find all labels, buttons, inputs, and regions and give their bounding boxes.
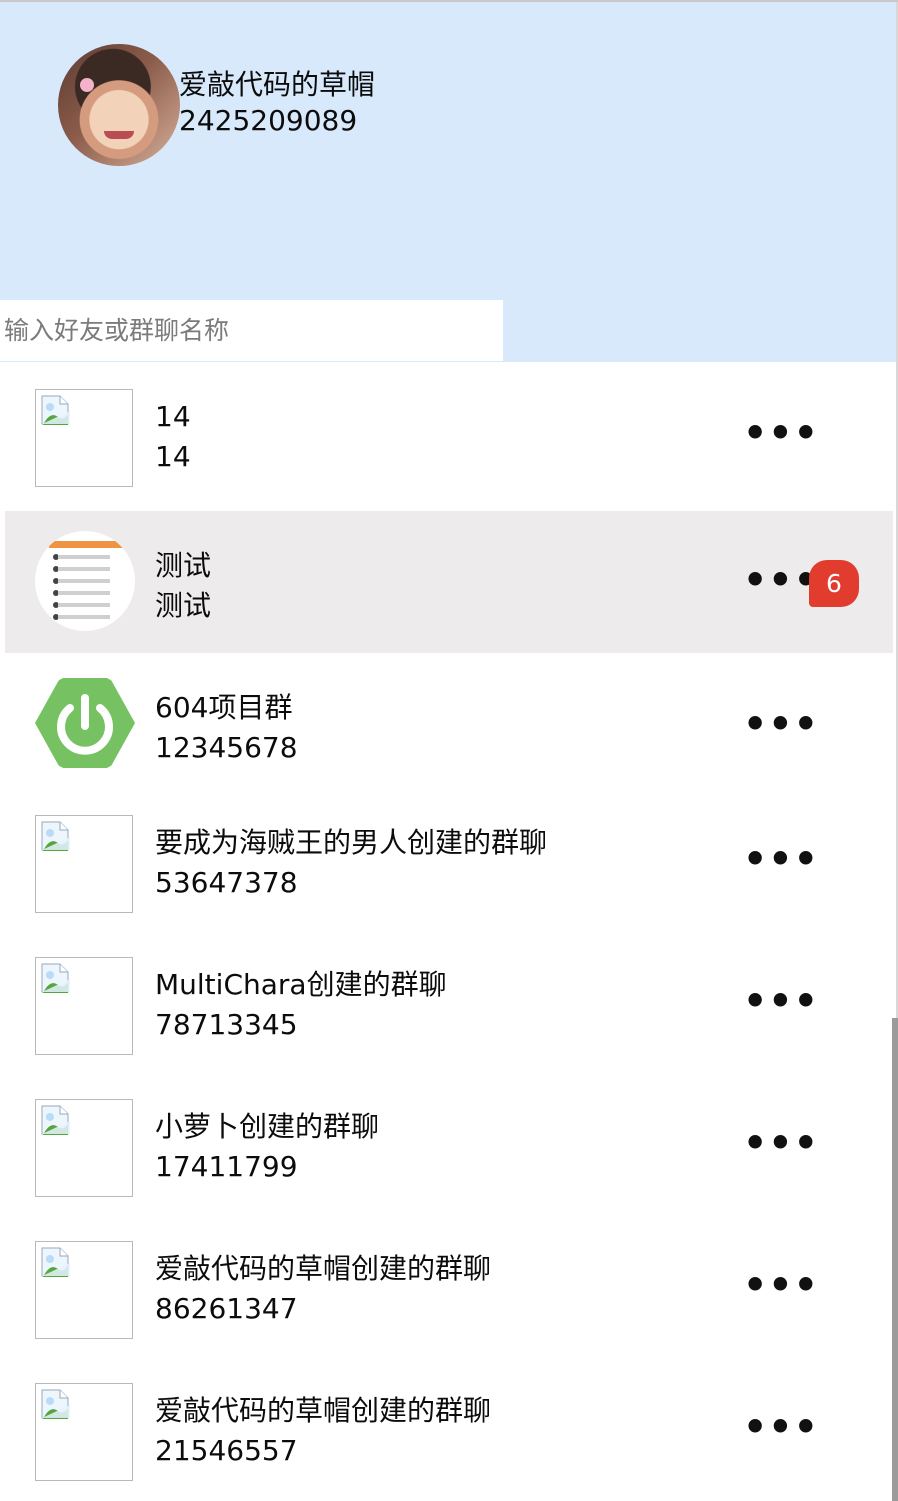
broken-image-icon (35, 957, 133, 1055)
more-options-icon[interactable]: ••• (743, 1266, 818, 1304)
image-placeholder-icon (41, 395, 70, 425)
broken-image-icon (35, 1099, 133, 1197)
chat-list-item[interactable]: 小萝卜创建的群聊 17411799 ••• (5, 1072, 893, 1214)
chat-list-item[interactable]: MultiChara创建的群聊 78713345 ••• (5, 930, 893, 1072)
spring-power-icon (35, 673, 135, 773)
profile-id: 2425209089 (179, 104, 358, 137)
more-options-icon[interactable]: ••• (743, 1124, 818, 1162)
image-placeholder-icon (41, 1389, 70, 1419)
power-icon (35, 678, 135, 768)
more-options-icon[interactable]: ••• (743, 414, 818, 452)
chat-title: 测试 (155, 549, 212, 582)
broken-image-icon (35, 1383, 133, 1481)
profile-avatar[interactable] (58, 44, 180, 166)
chat-subtitle: 17411799 (155, 1150, 298, 1183)
chat-subtitle: 53647378 (155, 866, 298, 899)
more-options-icon[interactable]: ••• (743, 705, 818, 743)
chat-subtitle: 21546557 (155, 1434, 298, 1467)
more-options-icon[interactable]: ••• (743, 982, 818, 1020)
chat-title: 小萝卜创建的群聊 (155, 1110, 380, 1143)
more-options-icon[interactable]: ••• (743, 1408, 818, 1446)
chat-subtitle: 14 (155, 440, 191, 473)
chat-subtitle: 12345678 (155, 731, 298, 764)
image-placeholder-icon (41, 1105, 70, 1135)
chat-list-item[interactable]: 爱敲代码的草帽创建的群聊 21546557 ••• (5, 1356, 893, 1498)
chat-title: 要成为海贼王的男人创建的群聊 (155, 826, 548, 859)
image-placeholder-icon (41, 1247, 70, 1277)
chat-subtitle: 测试 (155, 589, 212, 622)
chat-title: 爱敲代码的草帽创建的群聊 (155, 1394, 492, 1427)
chat-list-item-active[interactable]: 测试 测试 ••• 6 (5, 511, 893, 653)
chat-screenshot-avatar (35, 531, 135, 631)
more-options-icon[interactable]: ••• (743, 840, 818, 878)
chat-subtitle: 78713345 (155, 1008, 298, 1041)
broken-image-icon (35, 815, 133, 913)
chat-title: 14 (155, 400, 191, 433)
chat-list-item[interactable]: 要成为海贼王的男人创建的群聊 53647378 ••• (5, 788, 893, 930)
profile-name: 爱敲代码的草帽 (179, 68, 376, 101)
chat-title: 604项目群 (155, 691, 293, 724)
broken-image-icon (35, 1241, 133, 1339)
chat-list-item[interactable]: 14 14 ••• (5, 362, 893, 504)
image-placeholder-icon (41, 821, 70, 851)
chat-list-item[interactable]: 爱敲代码的草帽创建的群聊 86261347 ••• (5, 1214, 893, 1356)
chat-title: MultiChara创建的群聊 (155, 968, 447, 1001)
chat-title: 爱敲代码的草帽创建的群聊 (155, 1252, 492, 1285)
chat-subtitle: 86261347 (155, 1292, 298, 1325)
image-placeholder-icon (41, 963, 70, 993)
scrollbar-thumb[interactable] (892, 1018, 898, 1501)
chat-list-item[interactable]: 604项目群 12345678 ••• (5, 653, 893, 795)
more-options-icon[interactable]: ••• (743, 561, 818, 599)
broken-image-icon (35, 389, 133, 487)
unread-count-badge: 6 (809, 560, 859, 607)
friend-group-search-input[interactable] (0, 300, 503, 361)
